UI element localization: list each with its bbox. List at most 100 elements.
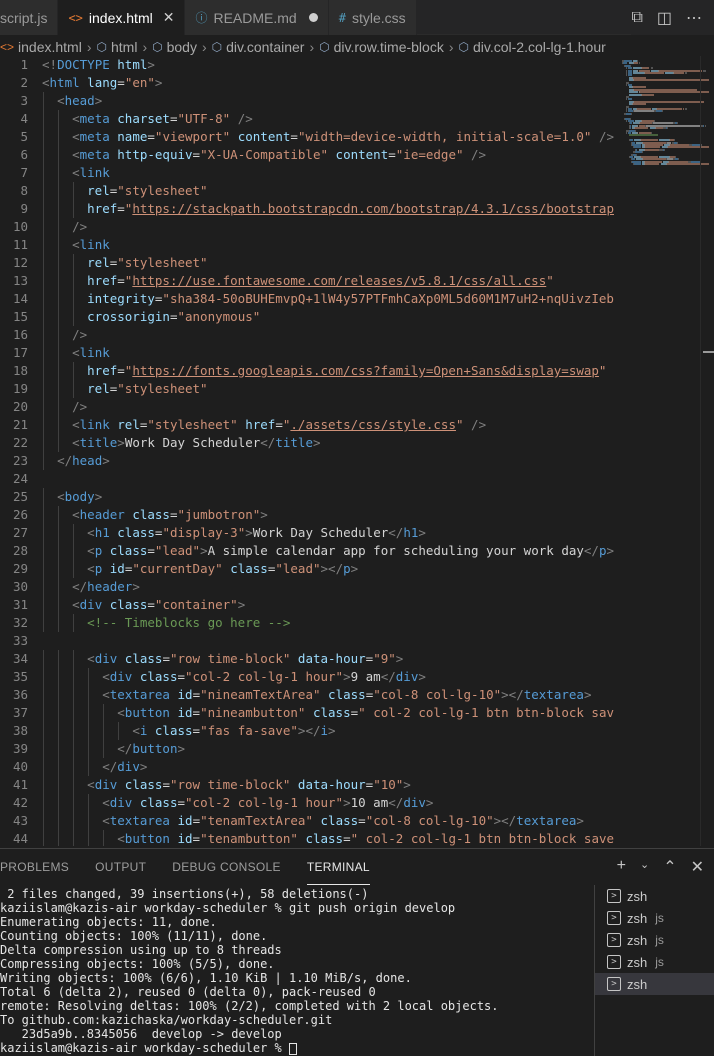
code-token: = bbox=[192, 705, 201, 720]
tab-problems[interactable]: PROBLEMS bbox=[0, 849, 69, 885]
terminal-line: remote: Resolving deltas: 100% (2/2), co… bbox=[0, 999, 499, 1013]
code-token: "currentDay" bbox=[132, 561, 223, 576]
terminal-list: > zsh > zsh js > zsh js > zsh js > zsh bbox=[594, 885, 714, 1056]
code-token: /> bbox=[237, 111, 253, 126]
tab-script-js[interactable]: script.js bbox=[0, 0, 59, 35]
code-token: > bbox=[139, 759, 148, 774]
code-line: <meta charset="UTF-8" /> bbox=[42, 110, 614, 128]
indent-guide bbox=[58, 686, 59, 704]
code-line: <head> bbox=[42, 92, 614, 110]
code-token: < bbox=[117, 831, 125, 846]
code-token: "stylesheet" bbox=[117, 183, 208, 198]
maximize-panel-icon[interactable]: ⌃ bbox=[663, 857, 676, 877]
indent-guide bbox=[43, 596, 44, 614]
line-number: 14 bbox=[12, 291, 28, 306]
code-token: > bbox=[102, 453, 110, 468]
compare-changes-icon[interactable]: ⧉ bbox=[631, 9, 642, 27]
terminal-item[interactable]: > zsh bbox=[595, 885, 714, 907]
breadcrumb-item[interactable]: ⬡ body bbox=[152, 39, 197, 55]
code-token: link bbox=[79, 417, 110, 432]
breadcrumb-item-file[interactable]: <> index.html bbox=[0, 39, 82, 55]
close-icon[interactable]: ✕ bbox=[163, 9, 175, 26]
tab-index-html[interactable]: <> index.html ✕ bbox=[58, 0, 186, 35]
minimap-stroke bbox=[661, 110, 663, 113]
code-token: href bbox=[87, 273, 118, 288]
terminal-item[interactable]: > zsh js bbox=[595, 929, 714, 951]
line-number: 33 bbox=[12, 633, 28, 648]
code-token: "display-3" bbox=[162, 525, 246, 540]
terminal-line: Counting objects: 100% (11/11), done. bbox=[0, 929, 268, 943]
indent-guide bbox=[43, 452, 44, 470]
code-token: < bbox=[87, 561, 95, 576]
line-number: 38 bbox=[12, 723, 28, 738]
code-token: class bbox=[109, 543, 148, 558]
tab-style-css[interactable]: # style.css bbox=[328, 0, 417, 35]
minimap-stroke bbox=[635, 127, 649, 130]
tab-terminal[interactable]: TERMINAL bbox=[306, 849, 370, 885]
line-number-gutter: 1 2 3 4 5 6 7 8 9 10 11 12 13 14 15 16 17 18 19 20 21 22 23 24 2… bbox=[0, 56, 30, 846]
terminal-icon: > bbox=[607, 977, 621, 991]
indent-guide bbox=[58, 182, 59, 200]
code-token: < bbox=[57, 93, 65, 108]
indent-guide bbox=[58, 704, 59, 722]
terminal-item[interactable]: > zsh js bbox=[595, 951, 714, 973]
minimap-stroke bbox=[641, 151, 643, 154]
breadcrumb-item[interactable]: ⬡ div.container bbox=[212, 39, 305, 55]
code-token: class bbox=[117, 525, 155, 540]
tab-readme-md[interactable]: ⓘ README.md bbox=[185, 0, 329, 35]
code-token: > bbox=[245, 525, 253, 540]
breadcrumb-item[interactable]: ⬡ div.row.time-block bbox=[319, 39, 444, 55]
code-token: < bbox=[57, 489, 65, 504]
indent-guide bbox=[43, 272, 44, 290]
terminal-icon: > bbox=[607, 911, 621, 925]
indent-guide bbox=[58, 236, 59, 254]
unsaved-dot-icon[interactable] bbox=[308, 13, 318, 22]
terminal-item-active[interactable]: > zsh bbox=[595, 973, 714, 995]
close-panel-icon[interactable]: ✕ bbox=[691, 857, 704, 877]
indent-guide bbox=[88, 668, 89, 686]
more-actions-icon[interactable]: ⋯ bbox=[686, 8, 702, 28]
code-token: "stylesheet" bbox=[117, 255, 208, 270]
code-area[interactable]: <!DOCTYPE html> <html lang="en"> <head> <… bbox=[42, 56, 614, 846]
code-line: <html lang="en"> bbox=[42, 74, 614, 92]
chevron-down-icon[interactable]: ⌄ bbox=[640, 857, 649, 877]
vertical-scrollbar[interactable] bbox=[700, 56, 714, 846]
line-number: 2 bbox=[20, 75, 28, 90]
indent-guide bbox=[43, 704, 44, 722]
code-token: p bbox=[598, 543, 607, 558]
new-terminal-icon[interactable]: + bbox=[617, 857, 626, 877]
indent-guide bbox=[58, 668, 59, 686]
code-token: < bbox=[72, 345, 80, 360]
tab-debug-console[interactable]: DEBUG CONSOLE bbox=[172, 849, 281, 885]
code-token: button bbox=[124, 831, 170, 846]
indent-guide bbox=[58, 398, 59, 416]
code-token: /> bbox=[72, 399, 88, 414]
terminal-output[interactable]: 2 files changed, 39 insertions(+), 58 de… bbox=[0, 887, 594, 1055]
indent-guide bbox=[43, 146, 44, 164]
code-token: > bbox=[237, 597, 246, 612]
indent-guide bbox=[43, 434, 44, 452]
line-number: 10 bbox=[12, 219, 28, 234]
code-token: title bbox=[275, 435, 313, 450]
indent-guide bbox=[58, 830, 59, 846]
indent-guide bbox=[58, 380, 59, 398]
code-line: <div class="col-2 col-lg-1 hour">10 am</… bbox=[42, 794, 614, 812]
split-editor-icon[interactable]: ◫ bbox=[657, 8, 672, 28]
code-editor[interactable]: 1 2 3 4 5 6 7 8 9 10 11 12 13 14 15 16 17 18 19 20 21 22 23 24 2… bbox=[0, 56, 714, 846]
minimap[interactable] bbox=[614, 56, 709, 846]
code-token: "sha384-50oBUHEmvpQ+1lW4y57PTFmhCaXp0ML5… bbox=[162, 291, 614, 306]
breadcrumb-item[interactable]: ⬡ div.col-2.col-lg-1.hour bbox=[459, 39, 606, 55]
terminal-item[interactable]: > zsh js bbox=[595, 907, 714, 929]
line-number: 27 bbox=[12, 525, 28, 540]
line-number: 23 bbox=[12, 453, 28, 468]
breadcrumb-item[interactable]: ⬡ html bbox=[97, 39, 138, 55]
code-token: /> bbox=[72, 327, 88, 342]
code-token: "fas fa-save" bbox=[200, 723, 298, 738]
tab-output[interactable]: OUTPUT bbox=[95, 849, 146, 885]
